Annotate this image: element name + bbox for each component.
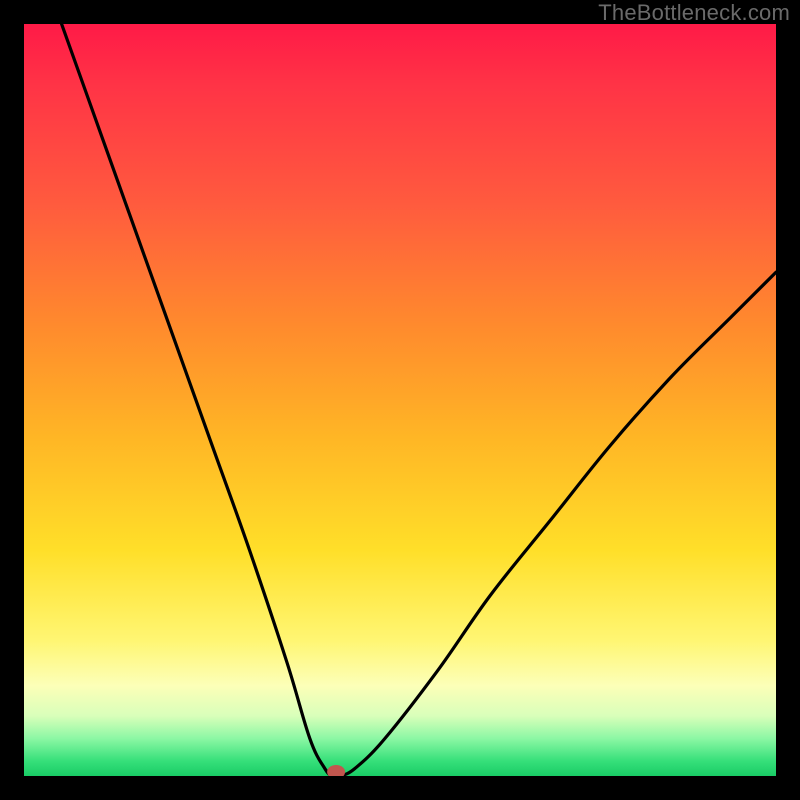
watermark-text: TheBottleneck.com <box>598 2 790 24</box>
plot-area <box>24 24 776 776</box>
chart-frame: TheBottleneck.com <box>0 0 800 800</box>
